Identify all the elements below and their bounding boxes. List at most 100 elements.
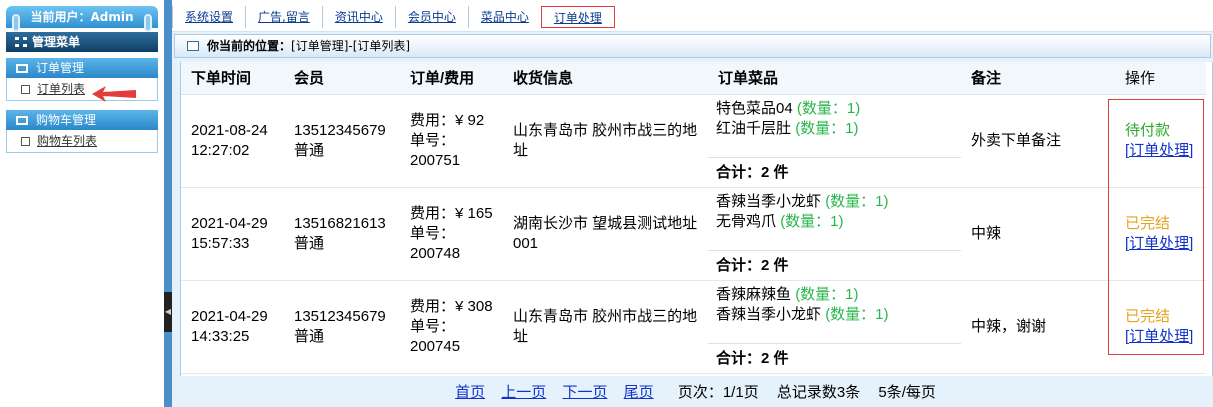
order-fee: 费用：¥ 308 xyxy=(410,297,493,315)
sidebar-item-cart-list[interactable]: 购物车列表 xyxy=(7,130,157,152)
breadcrumb-path: [订单管理]-[订单列表] xyxy=(291,39,411,53)
document-icon xyxy=(21,85,30,94)
current-user-label: 当前用户：Admin xyxy=(30,10,134,24)
dish-item: 特色菜品04 (数量：1) xyxy=(716,99,955,119)
order-number-label: 单号： xyxy=(410,131,456,149)
delivery-address-cell: 山东青岛市 胶州市战三的地址 xyxy=(503,94,708,188)
sidebar-item-label: 订单列表 xyxy=(37,82,86,96)
pagination: 首页 上一页 下一页 尾页 页次：1/1页 总记录数3条 5条/每页 xyxy=(172,382,1213,407)
member-cell: 13516821613 普通 xyxy=(284,187,400,281)
group-body-cart: 购物车列表 xyxy=(6,130,158,153)
dish-item: 香辣当季小龙虾 (数量：1) xyxy=(716,192,955,212)
red-arrow-icon xyxy=(92,86,136,102)
remark-cell: 外卖下单备注 xyxy=(961,94,1115,188)
header-delivery-info: 收货信息 xyxy=(503,62,708,95)
pager-first-link[interactable]: 首页 xyxy=(455,384,485,401)
group-header-orders[interactable]: 订单管理 xyxy=(6,58,158,78)
order-date: 2021-04-29 xyxy=(191,214,268,232)
action-cell: 已完结 [订单处理] xyxy=(1115,187,1206,281)
tab-news-center[interactable]: 资讯中心 xyxy=(321,6,395,28)
order-number: 200751 xyxy=(410,151,461,169)
member-cell: 13512345679 普通 xyxy=(284,280,400,374)
pager-next-link[interactable]: 下一页 xyxy=(562,384,607,401)
tab-member-center[interactable]: 会员中心 xyxy=(394,6,468,28)
tab-ads-messages[interactable]: 广告,留言 xyxy=(245,6,322,28)
dish-list: 香辣当季小龙虾 (数量：1) 无骨鸡爪 (数量：1) xyxy=(708,188,961,250)
order-table: 下单时间 会员 订单/费用 收货信息 订单菜品 备注 操作 2021-08-24… xyxy=(181,62,1206,374)
table-row: 2021-04-29 14:33:25 13512345679 普通 费用：¥ 308 单… xyxy=(181,280,1206,374)
table-header-row: 下单时间 会员 订单/费用 收货信息 订单菜品 备注 操作 xyxy=(181,62,1206,95)
dish-quantity: (数量：1) xyxy=(825,192,889,210)
menu-title: 管理菜单 xyxy=(32,35,81,49)
header-action: 操作 xyxy=(1115,62,1206,95)
tab-system-settings[interactable]: 系统设置 xyxy=(172,6,245,28)
order-fee: 费用：¥ 92 xyxy=(410,111,485,129)
order-status-badge: 已完结 xyxy=(1125,307,1171,325)
dish-name: 香辣当季小龙虾 xyxy=(716,305,822,323)
process-order-link[interactable]: [订单处理] xyxy=(1125,328,1193,345)
sidebar-item-label: 购物车列表 xyxy=(37,134,98,148)
dish-quantity: (数量：1) xyxy=(795,285,859,303)
action-cell: 待付款 [订单处理] xyxy=(1115,94,1206,188)
action-cell: 已完结 [订单处理] xyxy=(1115,280,1206,374)
book-icon xyxy=(16,116,28,125)
order-number-label: 单号： xyxy=(410,224,456,242)
order-number: 200748 xyxy=(410,244,461,262)
remark-cell: 中辣，谢谢 xyxy=(961,280,1115,374)
pager-per-page: 5条/每页 xyxy=(878,384,936,401)
order-date: 2021-08-24 xyxy=(191,121,268,139)
dish-quantity: (数量：1) xyxy=(795,119,859,137)
top-navigation: 系统设置 广告,留言 资讯中心 会员中心 菜品中心 订单处理 xyxy=(172,0,1213,32)
breadcrumb: 你当前的位置：[订单管理]-[订单列表] xyxy=(174,34,1211,58)
order-number-label: 单号： xyxy=(410,317,456,335)
dish-total: 合计：2 件 xyxy=(708,249,961,280)
member-phone: 13512345679 xyxy=(294,307,386,325)
member-level: 普通 xyxy=(294,141,325,159)
tab-dish-center[interactable]: 菜品中心 xyxy=(467,6,541,28)
header-order-dishes: 订单菜品 xyxy=(708,62,961,95)
order-time-cell: 2021-04-29 14:33:25 xyxy=(181,280,284,374)
book-icon xyxy=(16,64,28,73)
order-time: 14:33:25 xyxy=(191,327,250,345)
delivery-address-cell: 湖南长沙市 望城县测试地址001 xyxy=(503,187,708,281)
order-fee: 费用：¥ 165 xyxy=(410,204,493,222)
document-icon xyxy=(21,137,30,146)
dish-quantity: (数量：1) xyxy=(796,99,861,117)
member-level: 普通 xyxy=(294,234,325,252)
dish-quantity: (数量：1) xyxy=(780,212,844,230)
member-level: 普通 xyxy=(294,327,325,345)
order-dishes-cell: 香辣麻辣鱼 (数量：1) 香辣当季小龙虾 (数量：1) 合计：2 件 xyxy=(708,280,961,374)
process-order-link[interactable]: [订单处理] xyxy=(1125,142,1193,159)
collapse-sidebar-handle[interactable]: ◀ xyxy=(164,292,172,332)
menu-title-bar: 管理菜单 xyxy=(6,32,158,52)
dish-total: 合计：2 件 xyxy=(708,156,961,187)
order-fee-cell: 费用：¥ 165 单号： 200748 xyxy=(400,187,503,281)
binder-ring-icon xyxy=(12,14,20,32)
order-fee-cell: 费用：¥ 308 单号： 200745 xyxy=(400,280,503,374)
main-panel: 你当前的位置：[订单管理]-[订单列表] 下单时间 会员 订单/费用 收货信息 … xyxy=(172,32,1213,407)
order-dishes-cell: 特色菜品04 (数量：1) 红油千层肚 (数量：1) 合计：2 件 xyxy=(708,94,961,188)
order-time-cell: 2021-08-24 12:27:02 xyxy=(181,94,284,188)
order-date: 2021-04-29 xyxy=(191,307,268,325)
binder-ring-icon xyxy=(144,14,152,32)
order-time: 12:27:02 xyxy=(191,141,250,159)
member-cell: 13512345679 普通 xyxy=(284,94,400,188)
pager-last-link[interactable]: 尾页 xyxy=(624,384,654,401)
header-order-time: 下单时间 xyxy=(181,62,284,95)
current-user-bar: 当前用户：Admin xyxy=(6,6,158,32)
order-number: 200745 xyxy=(410,337,461,355)
dish-total: 合计：2 件 xyxy=(708,342,961,373)
dish-quantity: (数量：1) xyxy=(825,305,889,323)
header-order-fee: 订单/费用 xyxy=(400,62,503,95)
sidebar-divider xyxy=(164,0,172,407)
home-icon xyxy=(187,41,199,51)
tab-order-processing[interactable]: 订单处理 xyxy=(540,6,615,28)
group-header-cart[interactable]: 购物车管理 xyxy=(6,110,158,130)
process-order-link[interactable]: [订单处理] xyxy=(1125,235,1193,252)
group-title: 订单管理 xyxy=(36,61,85,75)
order-dishes-cell: 香辣当季小龙虾 (数量：1) 无骨鸡爪 (数量：1) 合计：2 件 xyxy=(708,187,961,281)
dish-item: 红油千层肚 (数量：1) xyxy=(716,119,955,139)
table-row: 2021-04-29 15:57:33 13516821613 普通 费用：¥ 165 单… xyxy=(181,187,1206,281)
pager-prev-link[interactable]: 上一页 xyxy=(501,384,546,401)
breadcrumb-prefix: 你当前的位置： xyxy=(207,39,292,53)
